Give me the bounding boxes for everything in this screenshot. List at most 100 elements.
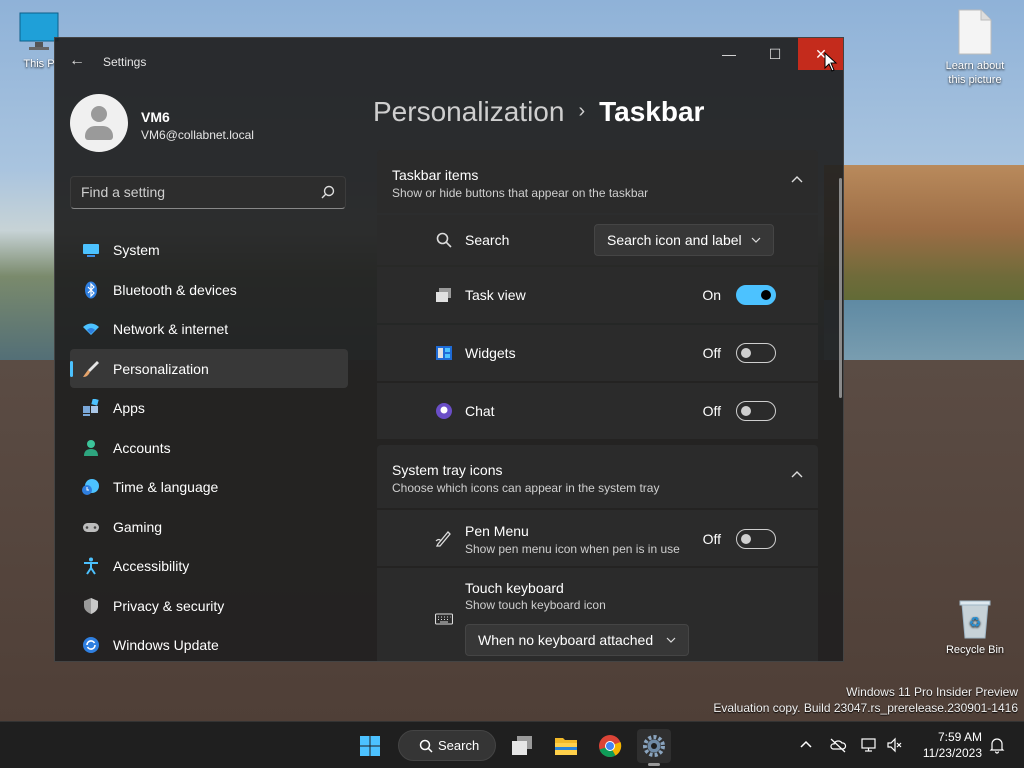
row-label: Search bbox=[465, 232, 510, 248]
search-mode-dropdown[interactable]: Search icon and label bbox=[594, 224, 774, 256]
chat-icon bbox=[436, 403, 452, 419]
wifi-icon bbox=[83, 323, 99, 335]
search-icon[interactable] bbox=[321, 185, 335, 199]
section-title: Taskbar items bbox=[392, 167, 479, 183]
taskbar-search[interactable]: Search bbox=[398, 730, 496, 761]
back-arrow-icon[interactable]: ← bbox=[69, 52, 87, 70]
profile-email: VM6@collabnet.local bbox=[141, 128, 254, 142]
row-description: Show pen menu icon when pen is in use bbox=[465, 542, 680, 556]
sidebar-nav: System Bluetooth & devices Network & int… bbox=[70, 230, 348, 661]
section-subtitle: Show or hide buttons that appear on the … bbox=[392, 186, 649, 200]
sidebar-item-network[interactable]: Network & internet bbox=[70, 309, 348, 349]
sidebar-item-label: Time & language bbox=[113, 479, 219, 495]
sidebar-item-label: Gaming bbox=[113, 518, 163, 535]
start-button[interactable] bbox=[353, 729, 387, 763]
sidebar-item-apps[interactable]: Apps bbox=[70, 388, 348, 428]
search-icon bbox=[436, 232, 452, 248]
settings-taskbar-button[interactable] bbox=[637, 729, 671, 766]
desktop-icon-label: Learn about this picture bbox=[945, 60, 1005, 86]
sidebar-item-personalization[interactable]: Personalization bbox=[70, 348, 348, 388]
taskbar-search-label: Search bbox=[438, 738, 480, 753]
bluetooth-icon bbox=[85, 281, 97, 298]
sidebar-item-label: Accounts bbox=[113, 439, 171, 456]
task-view-icon bbox=[512, 736, 532, 755]
dropdown-value: When no keyboard attached bbox=[478, 632, 654, 648]
widgets-toggle[interactable] bbox=[736, 343, 776, 363]
pen-icon bbox=[435, 531, 451, 547]
sidebar-item-label: Privacy & security bbox=[113, 597, 225, 614]
keyboard-icon bbox=[435, 613, 453, 625]
sidebar-item-bluetooth[interactable]: Bluetooth & devices bbox=[70, 270, 348, 310]
sidebar-item-label: Accessibility bbox=[113, 558, 190, 574]
watermark-line: Windows 11 Pro Insider Preview bbox=[846, 685, 1018, 699]
accessibility-icon bbox=[84, 557, 98, 575]
desktop-icon-recycle-bin[interactable]: ♻ Recycle Bin bbox=[940, 598, 1010, 657]
search-input[interactable] bbox=[81, 184, 311, 200]
avatar[interactable] bbox=[70, 94, 128, 152]
content-scrollbar[interactable] bbox=[839, 178, 842, 398]
sidebar-item-label: Personalization bbox=[113, 360, 209, 377]
sidebar-item-label: Network & internet bbox=[113, 321, 229, 337]
sidebar-item-label: System bbox=[113, 242, 160, 258]
running-indicator bbox=[648, 763, 660, 766]
user-profile[interactable]: VM6 VM6@collabnet.local bbox=[70, 94, 254, 152]
sidebar-item-privacy[interactable]: Privacy & security bbox=[70, 586, 348, 626]
chevron-up-icon[interactable] bbox=[790, 172, 804, 186]
row-label: Widgets bbox=[465, 345, 516, 361]
row-label: Task view bbox=[465, 287, 526, 303]
taskbar: Search 7:59 AM 11/23/2023 bbox=[0, 721, 1024, 768]
desktop-icon-learn-about-picture[interactable]: Learn about this picture bbox=[940, 8, 1010, 87]
sidebar-item-windows-update[interactable]: Windows Update bbox=[70, 625, 348, 661]
profile-name: VM6 bbox=[141, 109, 170, 125]
desktop-icon-label: Recycle Bin bbox=[945, 644, 1005, 656]
find-setting-box[interactable] bbox=[70, 176, 346, 209]
notification-bell-icon[interactable] bbox=[988, 736, 1006, 754]
clock-date: 11/23/2023 bbox=[922, 746, 982, 760]
breadcrumb-separator-icon: › bbox=[578, 100, 586, 122]
dropdown-value: Search icon and label bbox=[607, 232, 742, 248]
taskbar-items-header[interactable]: Taskbar items Show or hide buttons that … bbox=[377, 150, 818, 213]
speaker-muted-icon[interactable] bbox=[886, 736, 904, 754]
file-explorer-button[interactable] bbox=[549, 729, 583, 763]
system-tray-icons-header[interactable]: System tray icons Choose which icons can… bbox=[377, 445, 818, 508]
clock-time: 7:59 AM bbox=[937, 730, 982, 744]
document-icon bbox=[958, 9, 992, 55]
system-clock[interactable]: 7:59 AM 11/23/2023 bbox=[923, 729, 982, 761]
gear-icon bbox=[643, 735, 665, 757]
task-view-icon bbox=[436, 288, 451, 302]
network-monitor-icon[interactable] bbox=[861, 736, 879, 754]
task-view-button[interactable] bbox=[505, 729, 539, 763]
chevron-down-icon bbox=[666, 637, 676, 643]
widgets-row: Widgets Off bbox=[377, 325, 818, 381]
watermark-line: Evaluation copy. Build 23047.rs_prerelea… bbox=[713, 701, 1018, 715]
minimize-button[interactable]: — bbox=[706, 38, 752, 70]
widgets-icon bbox=[436, 346, 452, 360]
sidebar-item-gaming[interactable]: Gaming bbox=[70, 507, 348, 547]
chevron-down-icon bbox=[751, 237, 761, 243]
cloud-off-icon[interactable] bbox=[829, 736, 847, 754]
maximize-button[interactable]: ☐ bbox=[752, 38, 798, 70]
sidebar-item-label: Windows Update bbox=[113, 637, 219, 653]
chrome-button[interactable] bbox=[593, 729, 627, 763]
sidebar-item-accessibility[interactable]: Accessibility bbox=[70, 546, 348, 586]
task-view-row: Task view On bbox=[377, 267, 818, 323]
row-description: Show touch keyboard icon bbox=[465, 598, 606, 612]
pen-menu-row: Pen Menu Show pen menu icon when pen is … bbox=[377, 510, 818, 566]
pen-menu-toggle[interactable] bbox=[736, 529, 776, 549]
title-bar[interactable]: ← Settings — ☐ ✕ bbox=[55, 38, 843, 84]
touch-keyboard-row: Touch keyboard Show touch keyboard icon … bbox=[377, 568, 818, 661]
sidebar-item-time-language[interactable]: Time & language bbox=[70, 467, 348, 507]
sidebar-item-label: Bluetooth & devices bbox=[113, 281, 237, 298]
brush-icon bbox=[83, 360, 99, 377]
search-icon bbox=[419, 739, 433, 753]
chat-toggle[interactable] bbox=[736, 401, 776, 421]
sidebar-item-system[interactable]: System bbox=[70, 230, 348, 270]
chevron-up-icon[interactable] bbox=[797, 736, 815, 754]
sidebar-item-accounts[interactable]: Accounts bbox=[70, 428, 348, 468]
svg-text:♻: ♻ bbox=[969, 614, 982, 630]
shield-icon bbox=[84, 597, 98, 614]
touch-keyboard-dropdown[interactable]: When no keyboard attached bbox=[465, 624, 689, 656]
task-view-toggle[interactable] bbox=[736, 285, 776, 305]
chevron-up-icon[interactable] bbox=[790, 467, 804, 481]
breadcrumb-parent[interactable]: Personalization bbox=[373, 96, 564, 127]
